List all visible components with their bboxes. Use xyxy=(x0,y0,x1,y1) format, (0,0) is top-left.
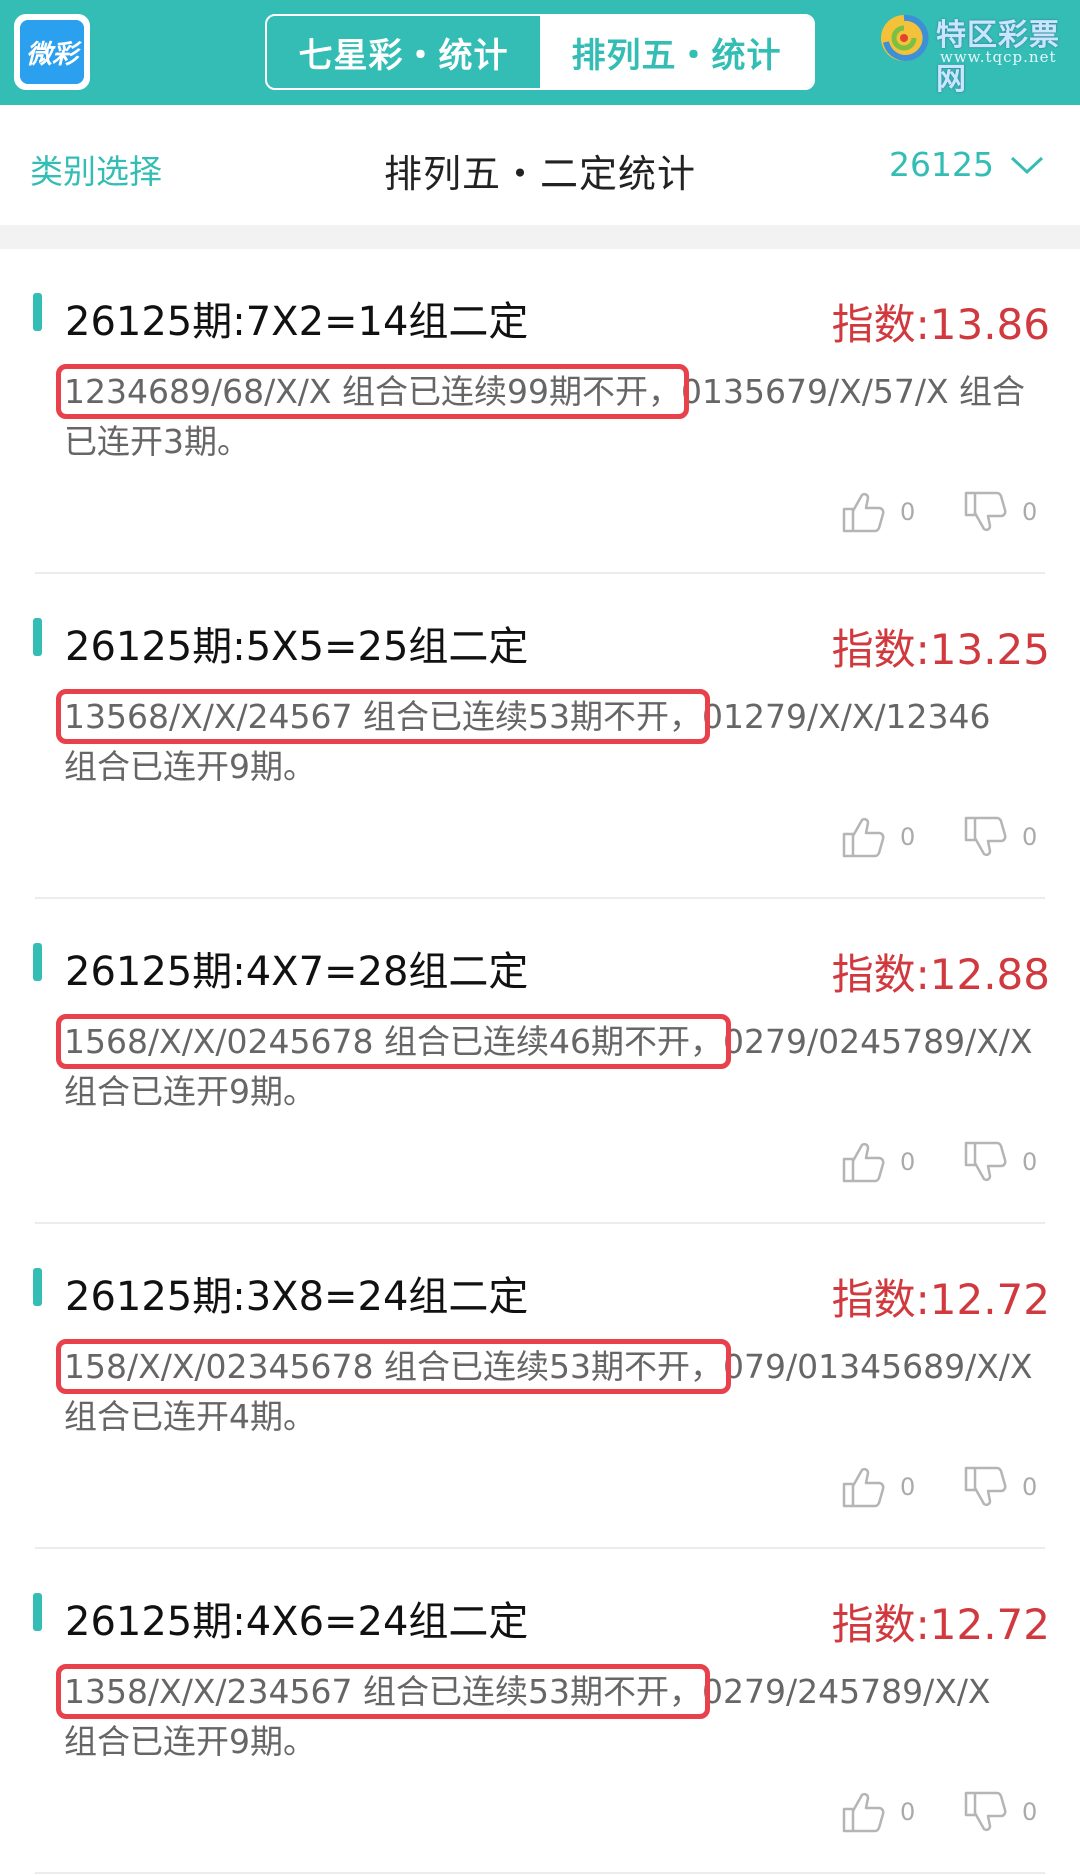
thumbs-up-icon[interactable] xyxy=(840,1464,886,1510)
stat-card: 26125期:5X5=25组二定 指数:13.25 13568/X/X/2456… xyxy=(0,574,1080,899)
watermark-logo: 特区彩票网 www.tqcp.net xyxy=(878,10,1078,97)
dislike-count: 0 xyxy=(1022,1148,1038,1176)
vote-bar: 0 0 xyxy=(840,1789,1044,1835)
dislike-count: 0 xyxy=(1022,498,1038,526)
vote-bar: 0 0 xyxy=(840,489,1044,535)
swirl-logo-icon xyxy=(881,14,929,61)
top-bar: 微彩 七星彩・统计 排列五・统计 特区彩票网 www.tqcp.net xyxy=(0,0,1080,105)
thumbs-down-icon[interactable] xyxy=(962,1464,1008,1510)
highlighted-combination: 158/X/X/02345678 组合已连续53期不开， xyxy=(55,1339,732,1394)
like-count: 0 xyxy=(900,1473,916,1501)
card-index: 指数:13.25 xyxy=(831,625,1050,674)
card-description: 13568/X/X/24567 组合已连续53期不开，01279/X/X/123… xyxy=(55,689,1034,792)
tab-qixingcai-stats[interactable]: 七星彩・统计 xyxy=(267,16,540,88)
sub-header: 类别选择 排列五・二定统计 26125 xyxy=(0,105,1080,225)
dislike-count: 0 xyxy=(1022,823,1038,851)
lottery-tabs: 七星彩・统计 排列五・统计 xyxy=(265,14,815,90)
card-description: 1358/X/X/234567 组合已连续53期不开，0279/245789/X… xyxy=(55,1664,1034,1767)
thumbs-up-icon[interactable] xyxy=(840,489,886,535)
stat-card: 26125期:4X6=24组二定 指数:12.72 1358/X/X/23456… xyxy=(0,1549,1080,1874)
card-title: 26125期:7X2=14组二定 xyxy=(65,299,529,345)
card-description: 1234689/68/X/X 组合已连续99期不开，0135679/X/57/X… xyxy=(55,364,1034,467)
vote-bar: 0 0 xyxy=(840,1464,1044,1510)
card-accent-bar xyxy=(33,1268,42,1306)
stat-card: 26125期:3X8=24组二定 指数:12.72 158/X/X/023456… xyxy=(0,1224,1080,1549)
card-description: 1568/X/X/0245678 组合已连续46期不开，0279/0245789… xyxy=(55,1014,1034,1117)
card-accent-bar xyxy=(33,943,42,981)
thumbs-up-icon[interactable] xyxy=(840,814,886,860)
period-value: 26125 xyxy=(889,145,994,184)
card-accent-bar xyxy=(33,293,42,331)
thumbs-down-icon[interactable] xyxy=(962,489,1008,535)
vote-bar: 0 0 xyxy=(840,1139,1044,1185)
card-index: 指数:12.72 xyxy=(831,1600,1050,1649)
highlighted-combination: 13568/X/X/24567 组合已连续53期不开， xyxy=(55,689,711,744)
period-select[interactable]: 26125 xyxy=(889,145,1044,184)
card-index: 指数:13.86 xyxy=(831,300,1050,349)
card-description: 158/X/X/02345678 组合已连续53期不开，079/01345689… xyxy=(55,1339,1034,1442)
stat-card: 26125期:4X7=28组二定 指数:12.88 1568/X/X/02456… xyxy=(0,899,1080,1224)
thumbs-down-icon[interactable] xyxy=(962,1139,1008,1185)
card-title: 26125期:4X6=24组二定 xyxy=(65,1599,529,1645)
vote-bar: 0 0 xyxy=(840,814,1044,860)
section-gap xyxy=(0,225,1080,249)
like-count: 0 xyxy=(900,823,916,851)
thumbs-up-icon[interactable] xyxy=(840,1789,886,1835)
like-count: 0 xyxy=(900,1798,916,1826)
like-count: 0 xyxy=(900,1148,916,1176)
dislike-count: 0 xyxy=(1022,1798,1038,1826)
card-divider xyxy=(35,1872,1045,1874)
like-count: 0 xyxy=(900,498,916,526)
app-logo-text: 微彩 xyxy=(20,20,84,84)
stat-card: 26125期:7X2=14组二定 指数:13.86 1234689/68/X/X… xyxy=(0,249,1080,574)
card-index: 指数:12.88 xyxy=(831,950,1050,999)
highlighted-combination: 1234689/68/X/X 组合已连续99期不开， xyxy=(55,364,690,419)
thumbs-down-icon[interactable] xyxy=(962,1789,1008,1835)
highlighted-combination: 1358/X/X/234567 组合已连续53期不开， xyxy=(55,1664,711,1719)
card-title: 26125期:3X8=24组二定 xyxy=(65,1274,529,1320)
highlighted-combination: 1568/X/X/0245678 组合已连续46期不开， xyxy=(55,1014,732,1069)
card-accent-bar xyxy=(33,618,42,656)
thumbs-down-icon[interactable] xyxy=(962,814,1008,860)
dislike-count: 0 xyxy=(1022,1473,1038,1501)
card-title: 26125期:4X7=28组二定 xyxy=(65,949,529,995)
card-accent-bar xyxy=(33,1593,42,1631)
watermark-url: www.tqcp.net xyxy=(940,48,1057,66)
thumbs-up-icon[interactable] xyxy=(840,1139,886,1185)
card-index: 指数:12.72 xyxy=(831,1275,1050,1324)
chevron-down-icon xyxy=(1010,156,1044,174)
card-title: 26125期:5X5=25组二定 xyxy=(65,624,529,670)
tab-pailiewu-stats[interactable]: 排列五・统计 xyxy=(540,16,813,88)
app-logo[interactable]: 微彩 xyxy=(14,14,90,90)
